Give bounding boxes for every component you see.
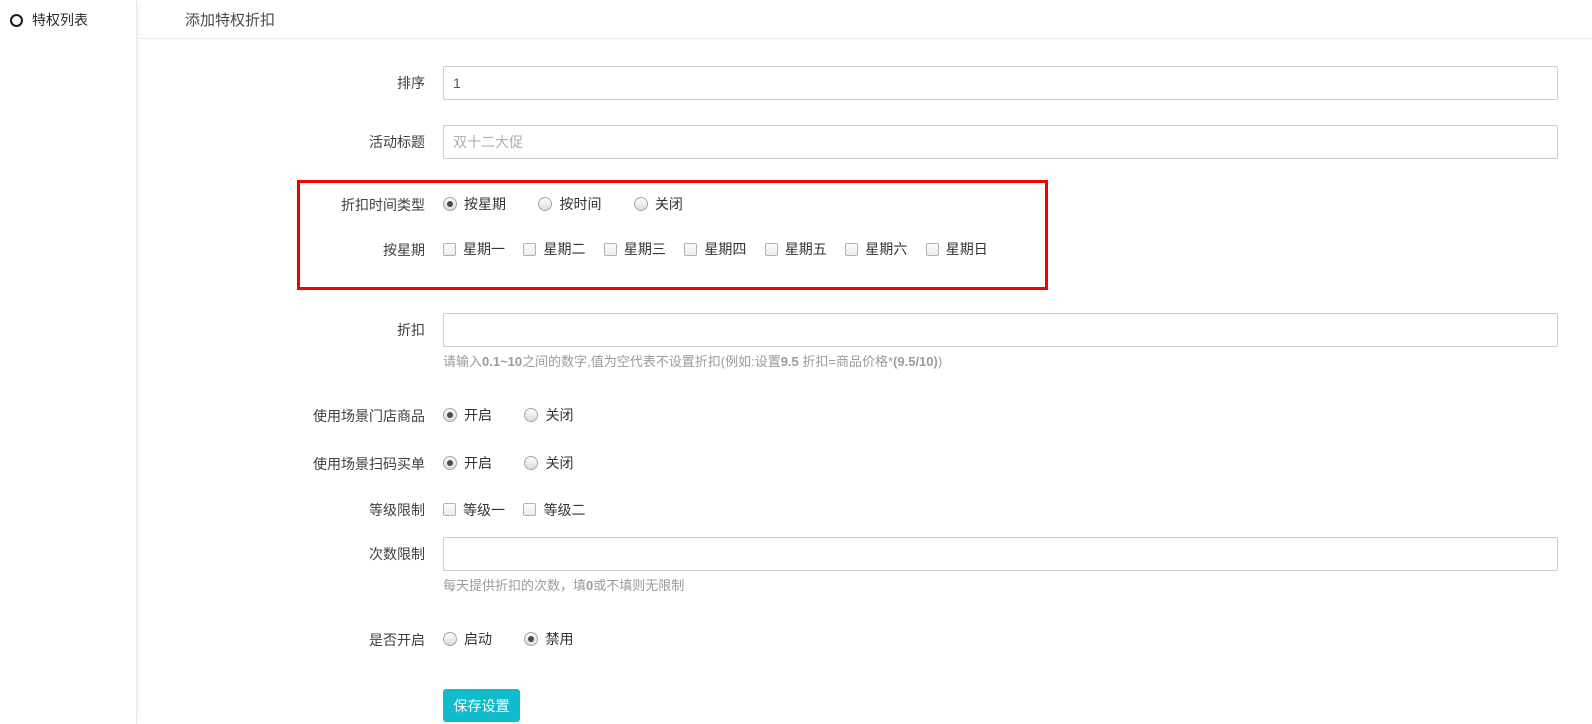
radio-by-time[interactable]: 按时间 [538,194,601,214]
checkbox-thursday[interactable]: 星期四 [684,239,746,259]
radio-icon[interactable] [524,456,538,470]
checkbox-monday[interactable]: 星期一 [443,239,505,259]
sidebar-item-privilege-list[interactable]: 特权列表 [0,0,136,40]
sort-label: 排序 [152,66,443,100]
count-limit-input[interactable] [443,537,1558,571]
count-limit-label: 次数限制 [152,537,443,571]
checkbox-sunday[interactable]: 星期日 [926,239,988,259]
checkbox-icon[interactable] [604,243,617,256]
radio-store-off-label: 关闭 [545,405,573,425]
save-button[interactable]: 保存设置 [443,689,520,722]
checkbox-saturday-label: 星期六 [865,239,907,259]
radio-icon[interactable] [524,408,538,422]
count-limit-hint: 每天提供折扣的次数，填0或不填则无限制 [443,575,1558,594]
checkbox-icon[interactable] [845,243,858,256]
scene-store-row: 使用场景门店商品 开启 关闭 [152,405,1592,427]
radio-icon[interactable] [443,632,457,646]
checkbox-thursday-label: 星期四 [704,239,746,259]
enabled-row: 是否开启 启动 禁用 [152,629,1592,651]
save-row: 保存设置 [152,689,1592,722]
enabled-label: 是否开启 [152,632,443,648]
checkbox-tuesday-label: 星期二 [543,239,585,259]
discount-hint: 请输入0.1~10之间的数字,值为空代表不设置折扣(例如:设置9.5 折扣=商品… [443,351,1558,370]
radio-store-off[interactable]: 关闭 [524,405,573,425]
radio-icon[interactable] [538,197,552,211]
weekdays-row: 按星期 星期一 星期二 星期三 [300,239,1045,261]
main-content: 添加特权折扣 排序 活动标题 折扣时间类型 按星 [138,0,1592,724]
radio-store-on[interactable]: 开启 [443,405,492,425]
radio-icon[interactable] [443,456,457,470]
radio-by-week-label: 按星期 [464,194,506,214]
checkbox-icon[interactable] [443,243,456,256]
discount-row: 折扣 请输入0.1~10之间的数字,值为空代表不设置折扣(例如:设置9.5 折扣… [152,313,1592,370]
checkbox-sunday-label: 星期日 [946,239,988,259]
radio-icon[interactable] [443,197,457,211]
checkbox-level-2[interactable]: 等级二 [523,500,585,520]
sort-row: 排序 [152,66,1592,100]
level-limit-row: 等级限制 等级一 等级二 [152,500,1592,522]
radio-enable-label: 启动 [464,629,492,649]
page-title: 添加特权折扣 [185,12,275,29]
sidebar-item-label: 特权列表 [32,10,88,30]
weekdays-label: 按星期 [300,242,443,258]
time-type-label: 折扣时间类型 [300,197,443,213]
sort-input[interactable] [443,66,1558,100]
checkbox-friday[interactable]: 星期五 [765,239,827,259]
radio-disable[interactable]: 禁用 [524,629,573,649]
radio-time-off-label: 关闭 [655,194,683,214]
radio-store-on-label: 开启 [464,405,492,425]
radio-icon[interactable] [524,632,538,646]
checkbox-icon[interactable] [926,243,939,256]
circle-icon [10,14,23,27]
page-header: 添加特权折扣 [138,0,1592,39]
level-limit-label: 等级限制 [152,502,443,518]
radio-by-time-label: 按时间 [559,194,601,214]
checkbox-wednesday[interactable]: 星期三 [604,239,666,259]
checkbox-wednesday-label: 星期三 [624,239,666,259]
sidebar: 特权列表 [0,0,137,724]
scene-scan-row: 使用场景扫码买单 开启 关闭 [152,453,1592,475]
discount-input[interactable] [443,313,1558,347]
radio-time-off[interactable]: 关闭 [634,194,683,214]
checkbox-level-2-label: 等级二 [543,500,585,520]
radio-scan-off[interactable]: 关闭 [524,453,573,473]
checkbox-level-1[interactable]: 等级一 [443,500,505,520]
count-limit-row: 次数限制 每天提供折扣的次数，填0或不填则无限制 [152,537,1592,594]
highlight-red-box: 折扣时间类型 按星期 按时间 关闭 [297,180,1048,290]
checkbox-icon[interactable] [523,243,536,256]
discount-label: 折扣 [152,313,443,347]
radio-scan-off-label: 关闭 [545,453,573,473]
checkbox-tuesday[interactable]: 星期二 [523,239,585,259]
scene-scan-label: 使用场景扫码买单 [152,456,443,472]
radio-scan-on[interactable]: 开启 [443,453,492,473]
checkbox-monday-label: 星期一 [463,239,505,259]
activity-title-label: 活动标题 [152,125,443,159]
add-discount-form: 排序 活动标题 折扣时间类型 按星期 [138,39,1592,722]
radio-icon[interactable] [634,197,648,211]
time-type-row: 折扣时间类型 按星期 按时间 关闭 [300,194,1045,216]
scene-store-label: 使用场景门店商品 [152,408,443,424]
radio-enable[interactable]: 启动 [443,629,492,649]
checkbox-level-1-label: 等级一 [463,500,505,520]
checkbox-friday-label: 星期五 [785,239,827,259]
radio-disable-label: 禁用 [545,629,573,649]
checkbox-icon[interactable] [765,243,778,256]
radio-by-week[interactable]: 按星期 [443,194,506,214]
checkbox-icon[interactable] [523,503,536,516]
checkbox-icon[interactable] [443,503,456,516]
radio-scan-on-label: 开启 [464,453,492,473]
radio-icon[interactable] [443,408,457,422]
checkbox-saturday[interactable]: 星期六 [845,239,907,259]
checkbox-icon[interactable] [684,243,697,256]
activity-title-input[interactable] [443,125,1558,159]
activity-title-row: 活动标题 [152,125,1592,159]
